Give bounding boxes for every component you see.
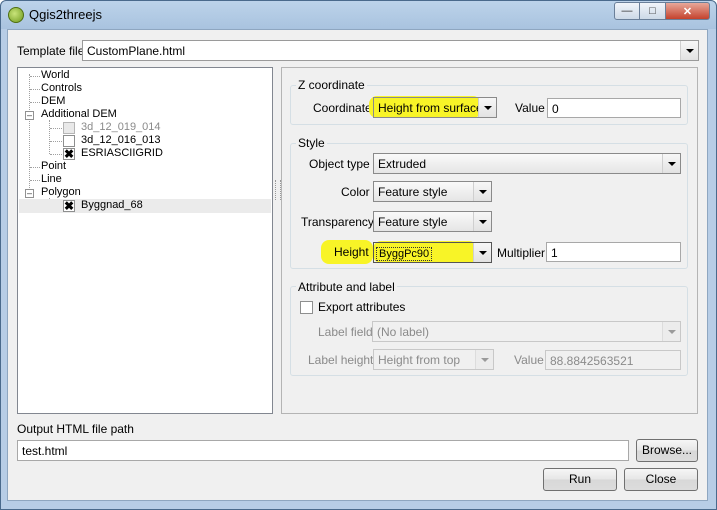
label-height-label: Label height (308, 353, 374, 367)
label-value-label: Value (514, 353, 544, 367)
minimize-icon: — (621, 5, 633, 17)
tree-item-esriasciigrid[interactable]: ESRIASCIIGRID (81, 147, 163, 159)
coordinate-value: Height from surface (378, 101, 483, 115)
template-file-value: CustomPlane.html (87, 44, 186, 58)
tree-line (50, 141, 62, 142)
z-coordinate-title: Z coordinate (296, 78, 367, 92)
maximize-icon: □ (649, 5, 656, 17)
chevron-down-icon (473, 182, 491, 201)
z-value-input[interactable]: 0 (547, 98, 681, 118)
collapse-icon[interactable]: – (25, 111, 34, 120)
tree-line (50, 154, 62, 155)
tree-line (30, 180, 40, 181)
tree-item-world[interactable]: World (41, 69, 70, 81)
export-attributes-checkbox[interactable] (300, 301, 313, 314)
tree-item-3d-12-019-014[interactable]: 3d_12_019_014 (81, 121, 161, 133)
tree-item-polygon[interactable]: Polygon (41, 186, 81, 198)
object-type-value: Extruded (378, 157, 427, 171)
style-title: Style (296, 136, 327, 150)
tree-line (49, 120, 50, 154)
chevron-down-icon (662, 154, 680, 173)
tree-item-byggnad-68[interactable]: Byggnad_68 (81, 199, 143, 211)
transparency-label: Transparency (301, 215, 374, 229)
tree-item-controls[interactable]: Controls (41, 82, 82, 94)
tree-line (30, 89, 40, 90)
label-field-value: (No label) (377, 325, 430, 339)
run-button[interactable]: Run (543, 468, 617, 491)
window-title: Qgis2threejs (29, 7, 102, 22)
z-value-label: Value (515, 101, 545, 115)
template-file-select[interactable]: CustomPlane.html (82, 40, 699, 61)
color-select[interactable]: Feature style (373, 181, 492, 202)
label-height-select[interactable]: Height from top (373, 349, 494, 370)
color-label: Color (341, 185, 370, 199)
close-icon: ✕ (682, 5, 693, 18)
label-field-select[interactable]: (No label) (372, 321, 681, 342)
title-bar[interactable]: Qgis2threejs — □ ✕ (1, 1, 716, 29)
attribute-label-title: Attribute and label (296, 280, 397, 294)
height-field-value: ByggPc90 (376, 247, 433, 261)
chevron-down-icon (473, 243, 491, 262)
tree-line (29, 74, 30, 200)
coordinate-select[interactable]: Height from surface (373, 97, 497, 118)
z-value-text: 0 (552, 102, 559, 116)
browse-button[interactable]: Browse... (636, 439, 698, 462)
chevron-down-icon (680, 41, 698, 60)
layer-checkbox[interactable] (63, 135, 75, 147)
output-path-value: test.html (22, 444, 68, 458)
chevron-down-icon (475, 350, 493, 369)
chevron-down-icon (662, 322, 680, 341)
template-file-label: Template file (17, 44, 85, 58)
chevron-down-icon (478, 98, 496, 117)
output-path-input[interactable]: test.html (17, 440, 629, 461)
height-field-select[interactable]: ByggPc90 (373, 242, 492, 263)
tree-line (30, 102, 40, 103)
layer-checkbox[interactable] (63, 122, 75, 134)
label-field-label: Label field (318, 325, 373, 339)
label-value-input[interactable]: 88.8842563521 (545, 350, 681, 370)
multiplier-value: 1 (551, 246, 558, 260)
color-value: Feature style (378, 185, 448, 199)
tree-item-dem[interactable]: DEM (41, 95, 65, 107)
selected-row-highlight (19, 199, 271, 213)
tree-line (50, 128, 62, 129)
layer-checkbox-checked[interactable]: ✖ (63, 148, 75, 160)
maximize-button[interactable]: □ (640, 2, 666, 20)
label-value-text: 88.8842563521 (550, 354, 634, 368)
label-height-value: Height from top (378, 353, 461, 367)
height-label: Height (334, 245, 369, 259)
layer-checkbox-checked[interactable]: ✖ (63, 200, 75, 212)
tree-item-additional-dem[interactable]: Additional DEM (41, 108, 117, 120)
object-type-label: Object type (309, 157, 370, 171)
tree-line (30, 76, 40, 77)
chevron-down-icon (473, 212, 491, 231)
layer-tree[interactable]: World Controls DEM – Additional DEM 3d_1… (17, 67, 273, 414)
output-path-label: Output HTML file path (17, 422, 134, 436)
tree-item-3d-12-016-013[interactable]: 3d_12_016_013 (81, 134, 161, 146)
tree-line (30, 167, 40, 168)
close-window-button[interactable]: ✕ (666, 2, 710, 20)
object-type-select[interactable]: Extruded (373, 153, 681, 174)
qgis-app-icon (8, 7, 24, 23)
transparency-select[interactable]: Feature style (373, 211, 492, 232)
tree-item-line[interactable]: Line (41, 173, 62, 185)
multiplier-label: Multiplier (497, 246, 546, 260)
multiplier-input[interactable]: 1 (546, 242, 681, 262)
transparency-value: Feature style (378, 215, 448, 229)
collapse-icon[interactable]: – (25, 189, 34, 198)
window-controls: — □ ✕ (614, 2, 710, 20)
tree-item-point[interactable]: Point (41, 160, 66, 172)
export-attributes-label: Export attributes (318, 300, 406, 314)
coordinate-label: Coordinate (313, 101, 372, 115)
close-button[interactable]: Close (624, 468, 698, 491)
minimize-button[interactable]: — (614, 2, 640, 20)
